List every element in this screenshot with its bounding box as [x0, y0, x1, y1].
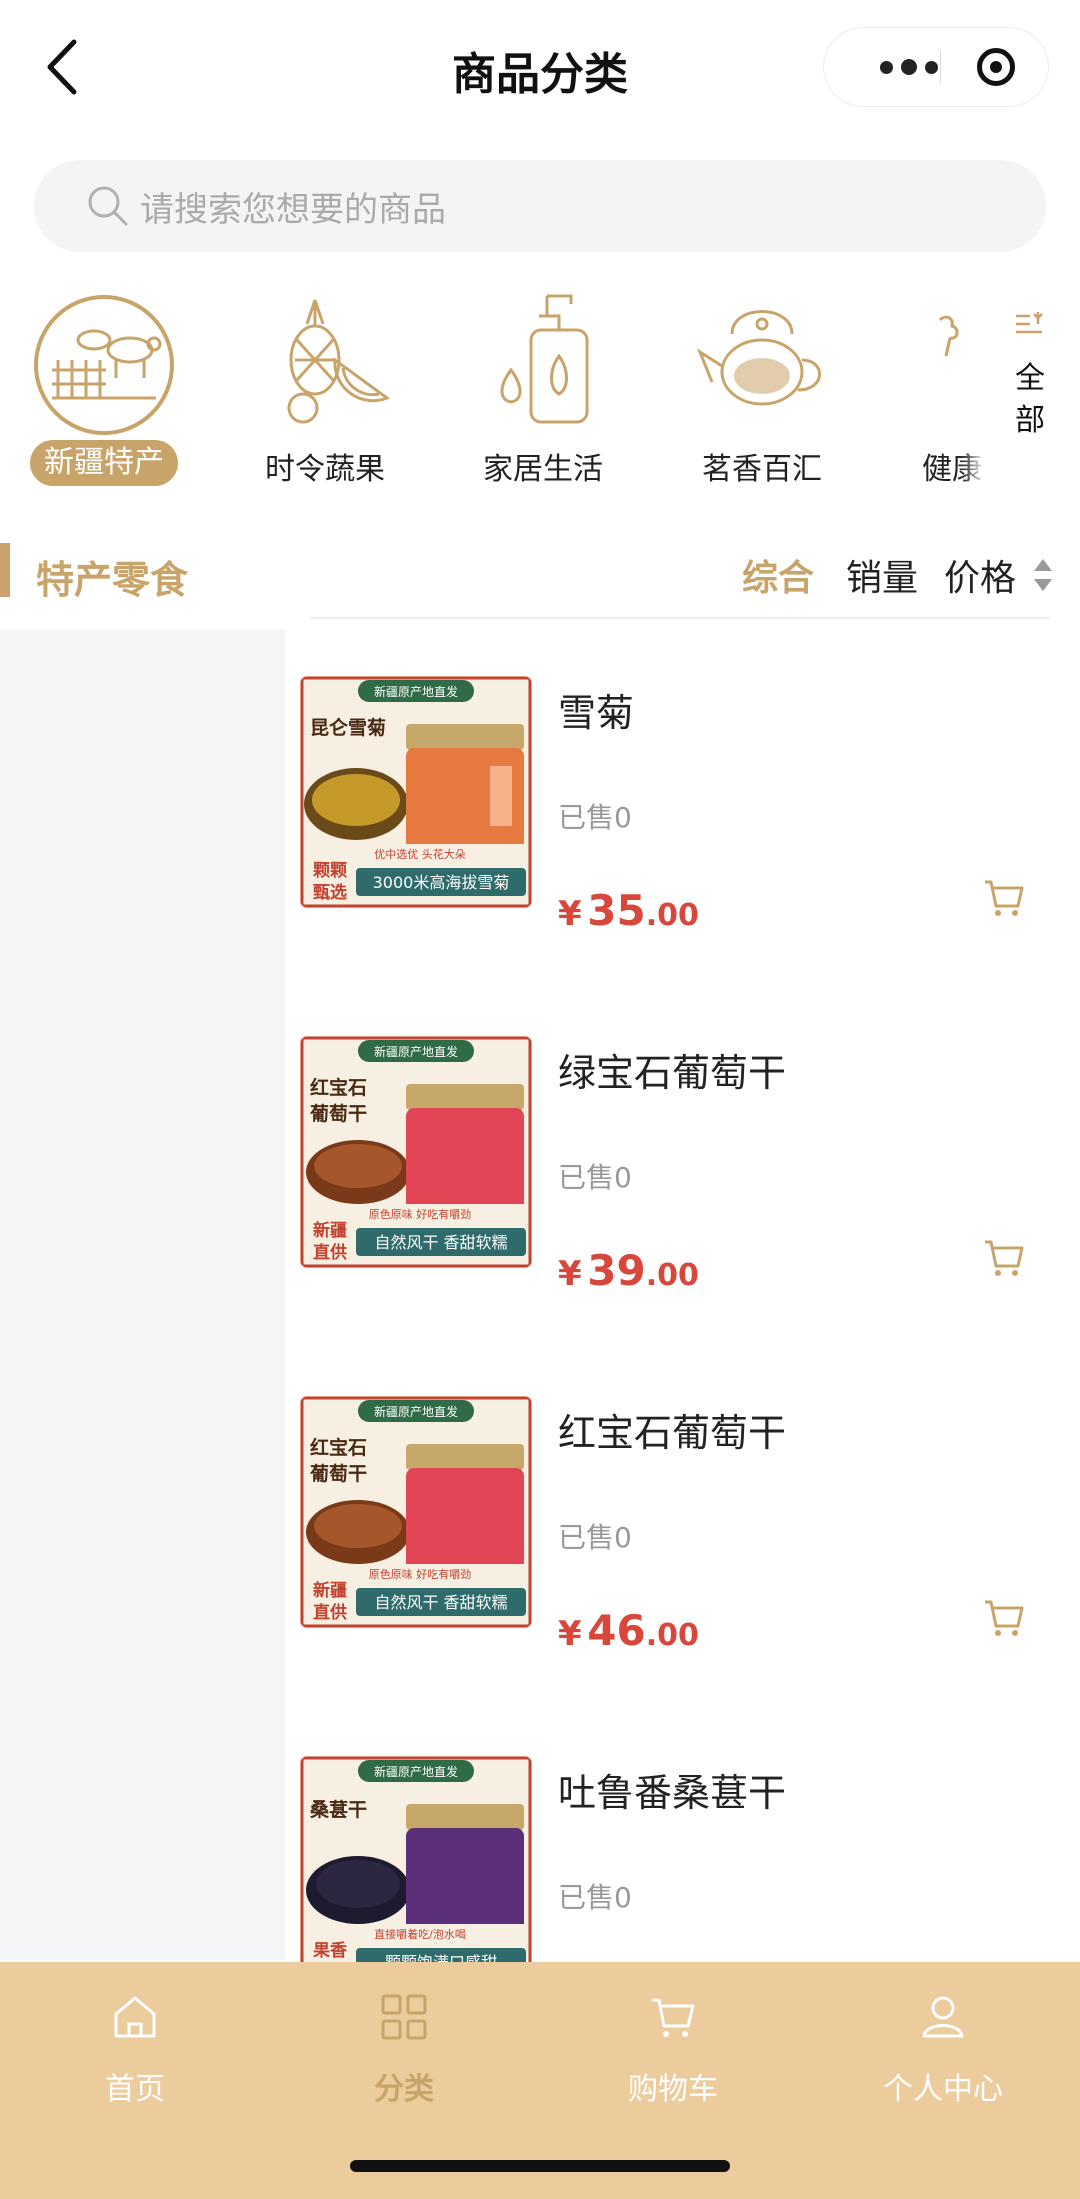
- product-name[interactable]: 红宝石葡萄干: [558, 1402, 786, 1457]
- category-label: 茗香百汇: [702, 452, 822, 487]
- svg-text:新疆原产地直发: 新疆原产地直发: [374, 1764, 458, 1779]
- product-sold-count: 已售0: [558, 1161, 632, 1194]
- tab-profile[interactable]: 个人中心: [848, 1992, 1038, 2112]
- svg-text:新疆原产地直发: 新疆原产地直发: [374, 684, 458, 699]
- search-icon: [88, 186, 128, 226]
- svg-text:新疆: 新疆: [313, 1220, 347, 1241]
- all-categories-label: 全部: [1015, 361, 1045, 438]
- product-name[interactable]: 雪菊: [558, 682, 634, 737]
- health-icon: [938, 315, 959, 357]
- grid-icon: [381, 1994, 427, 2040]
- product-item[interactable]: 新疆原产地直发 昆仑雪菊 优中选优 头花大朵 3000米高海拔雪菊 颗颗 甄选 …: [300, 676, 1080, 976]
- category-label: 家居生活: [483, 452, 603, 487]
- list-divider: [310, 617, 1050, 619]
- category-label: 新疆特产: [30, 440, 178, 486]
- more-menu-icon[interactable]: [854, 28, 964, 106]
- svg-text:新疆原产地直发: 新疆原产地直发: [374, 1044, 458, 1059]
- svg-text:红宝石: 红宝石: [310, 1436, 367, 1459]
- svg-text:葡萄干: 葡萄干: [310, 1102, 367, 1125]
- svg-text:新疆原产地直发: 新疆原产地直发: [374, 1404, 458, 1419]
- capsule-divider: [940, 50, 941, 84]
- product-sold-count: 已售0: [558, 801, 632, 834]
- svg-text:新疆: 新疆: [313, 1580, 347, 1601]
- svg-text:3000米高海拔雪菊: 3000米高海拔雪菊: [373, 873, 510, 892]
- product-sold-count: 已售0: [558, 1521, 632, 1554]
- category-label: 健康: [922, 452, 982, 487]
- product-name[interactable]: 绿宝石葡萄干: [558, 1042, 786, 1097]
- svg-text:甄选: 甄选: [313, 883, 347, 903]
- product-item[interactable]: 新疆原产地直发 桑葚干 直接嚼着吃/泡水喝 颗颗饱满口感甜 果香 吐鲁番桑葚干 …: [300, 1756, 1080, 1962]
- tab-label: 分类: [374, 2072, 434, 2107]
- svg-text:桑葚干: 桑葚干: [310, 1799, 367, 1821]
- user-icon: [922, 1996, 964, 2038]
- search-placeholder: 请搜索您想要的商品: [140, 190, 446, 230]
- product-sold-count: 已售0: [558, 1881, 632, 1914]
- all-categories-button[interactable]: 全部: [984, 290, 1080, 490]
- svg-text:果香: 果香: [313, 1941, 347, 1961]
- product-image[interactable]: 新疆原产地直发 昆仑雪菊 优中选优 头花大朵 3000米高海拔雪菊 颗颗 甄选: [300, 676, 532, 908]
- svg-text:优中选优 头花大朵: 优中选优 头花大朵: [374, 847, 466, 861]
- farm-icon: [52, 329, 162, 400]
- nav-header: 商品分类: [0, 0, 1080, 140]
- add-to-cart-icon[interactable]: [982, 1596, 1026, 1640]
- home-icon: [114, 1996, 156, 2038]
- category-health[interactable]: 健康: [890, 280, 984, 490]
- sort-comprehensive[interactable]: 综合: [742, 549, 814, 601]
- product-item[interactable]: 新疆原产地直发 红宝石 葡萄干 原色原味 好吃有嚼劲 自然风干 香甜软糯 新疆 …: [300, 1036, 1080, 1336]
- category-scroller: 新疆特产 时令蔬果 家居生活 茗香百汇 健康: [0, 280, 1080, 500]
- category-xinjiang[interactable]: 新疆特产: [0, 280, 180, 490]
- svg-text:自然风干 香甜软糯: 自然风干 香甜软糯: [374, 1233, 507, 1252]
- product-image[interactable]: 新疆原产地直发 桑葚干 直接嚼着吃/泡水喝 颗颗饱满口感甜 果香: [300, 1756, 532, 1962]
- svg-text:直接嚼着吃/泡水喝: 直接嚼着吃/泡水喝: [374, 1927, 466, 1941]
- category-label: 时令蔬果: [265, 452, 385, 487]
- subcategory-title[interactable]: 特产零食: [36, 549, 188, 604]
- tab-label: 个人中心: [883, 2072, 1003, 2107]
- product-price: ¥ 46.00: [558, 1606, 699, 1655]
- svg-text:原色原味 好吃有嚼劲: 原色原味 好吃有嚼劲: [369, 1207, 472, 1221]
- miniapp-capsule: [824, 28, 1048, 106]
- category-tea[interactable]: 茗香百汇: [672, 280, 852, 490]
- subcategory-sidebar: [0, 630, 285, 1960]
- tab-label: 购物车: [628, 2072, 718, 2107]
- add-to-cart-icon[interactable]: [982, 1236, 1026, 1280]
- svg-text:直供: 直供: [313, 1242, 347, 1263]
- sort-price[interactable]: 价格: [944, 549, 1016, 601]
- tab-label: 首页: [105, 2072, 165, 2107]
- svg-text:自然风干 香甜软糯: 自然风干 香甜软糯: [374, 1593, 507, 1612]
- soap-bottle-icon: [500, 294, 589, 424]
- fruit-icon: [287, 299, 391, 424]
- svg-text:葡萄干: 葡萄干: [310, 1462, 367, 1485]
- subcategory-bar: 特产零食 综合 销量 价格: [0, 535, 1080, 615]
- product-price: ¥ 35.00: [558, 886, 699, 935]
- subcategory-indicator: [0, 543, 10, 597]
- teapot-icon: [696, 310, 821, 406]
- cart-icon: [652, 1998, 695, 2037]
- category-home-living[interactable]: 家居生活: [453, 280, 633, 490]
- svg-text:红宝石: 红宝石: [310, 1076, 367, 1099]
- close-miniapp-icon[interactable]: [977, 48, 1015, 86]
- svg-text:原色原味 好吃有嚼劲: 原色原味 好吃有嚼劲: [369, 1567, 472, 1581]
- svg-text:直供: 直供: [313, 1602, 347, 1623]
- add-to-cart-icon[interactable]: [982, 876, 1026, 920]
- sort-sales[interactable]: 销量: [846, 549, 918, 601]
- svg-text:颗颗饱满口感甜: 颗颗饱满口感甜: [385, 1953, 497, 1962]
- list-sort-icon: [1016, 312, 1043, 334]
- price-sort-arrows-icon[interactable]: [1032, 557, 1054, 593]
- search-input[interactable]: 请搜索您想要的商品: [34, 160, 1046, 252]
- product-price: ¥ 39.00: [558, 1246, 699, 1295]
- svg-text:颗颗: 颗颗: [313, 861, 347, 881]
- tab-home[interactable]: 首页: [40, 1992, 230, 2112]
- product-image[interactable]: 新疆原产地直发 红宝石 葡萄干 原色原味 好吃有嚼劲 自然风干 香甜软糯 新疆 …: [300, 1036, 532, 1268]
- category-seasonal-fruit[interactable]: 时令蔬果: [235, 280, 415, 490]
- product-image[interactable]: 新疆原产地直发 红宝石 葡萄干 原色原味 好吃有嚼劲 自然风干 香甜软糯 新疆 …: [300, 1396, 532, 1628]
- svg-text:昆仑雪菊: 昆仑雪菊: [310, 716, 386, 739]
- tab-category[interactable]: 分类: [309, 1992, 499, 2112]
- tab-cart[interactable]: 购物车: [578, 1992, 768, 2112]
- product-name[interactable]: 吐鲁番桑葚干: [558, 1762, 786, 1817]
- home-indicator: [350, 2160, 730, 2172]
- product-item[interactable]: 新疆原产地直发 红宝石 葡萄干 原色原味 好吃有嚼劲 自然风干 香甜软糯 新疆 …: [300, 1396, 1080, 1696]
